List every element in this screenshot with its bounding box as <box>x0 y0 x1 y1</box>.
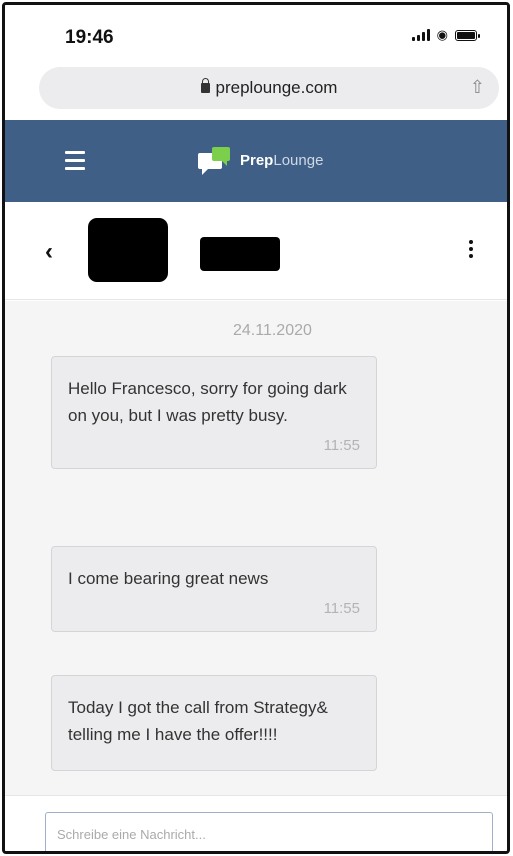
status-bar: 19:46 ◉ <box>5 5 507 61</box>
logo-bubbles-icon <box>198 147 232 175</box>
message-bubble: Hello Francesco, sorry for going dark on… <box>51 356 377 469</box>
message-text: Today I got the call from Strategy& tell… <box>68 698 328 744</box>
url-text: preplounge.com <box>215 78 338 97</box>
vertical-dots-icon[interactable] <box>469 240 473 261</box>
message-list[interactable]: 24.11.2020 Hello Francesco, sorry for go… <box>5 301 507 795</box>
battery-icon <box>455 29 480 41</box>
url-display[interactable]: preplounge.com <box>39 78 499 98</box>
conversation-header: ‹ <box>5 202 507 300</box>
signal-icon <box>411 29 430 41</box>
message-time: 11:55 <box>323 600 360 617</box>
date-separator: 24.11.2020 <box>233 322 312 339</box>
wifi-icon: ◉ <box>436 27 448 42</box>
phone-screen: 19:46 ◉ preplounge.com ⇧ PrepLounge ‹ 24… <box>2 2 510 854</box>
message-bubble: Today I got the call from Strategy& tell… <box>51 675 377 771</box>
address-bar[interactable]: preplounge.com ⇧ <box>39 67 499 109</box>
chevron-left-icon[interactable]: ‹ <box>45 238 53 266</box>
message-bubble: I come bearing great news 11:55 <box>51 546 377 632</box>
message-text: Hello Francesco, sorry for going dark on… <box>68 379 347 425</box>
contact-name-redacted <box>200 237 280 271</box>
message-input[interactable] <box>45 812 493 851</box>
app-header: PrepLounge <box>5 120 507 202</box>
logo-text: PrepLounge <box>240 151 324 169</box>
message-time: 11:55 <box>323 437 360 454</box>
status-icons: ◉ <box>411 27 480 42</box>
share-icon[interactable]: ⇧ <box>470 77 485 98</box>
preplounge-logo[interactable]: PrepLounge <box>198 147 324 175</box>
lock-icon <box>200 78 210 93</box>
status-time: 19:46 <box>65 27 114 48</box>
avatar-redacted <box>88 218 168 282</box>
message-text: I come bearing great news <box>68 569 269 588</box>
hamburger-icon[interactable] <box>65 151 85 175</box>
message-composer <box>5 795 507 851</box>
